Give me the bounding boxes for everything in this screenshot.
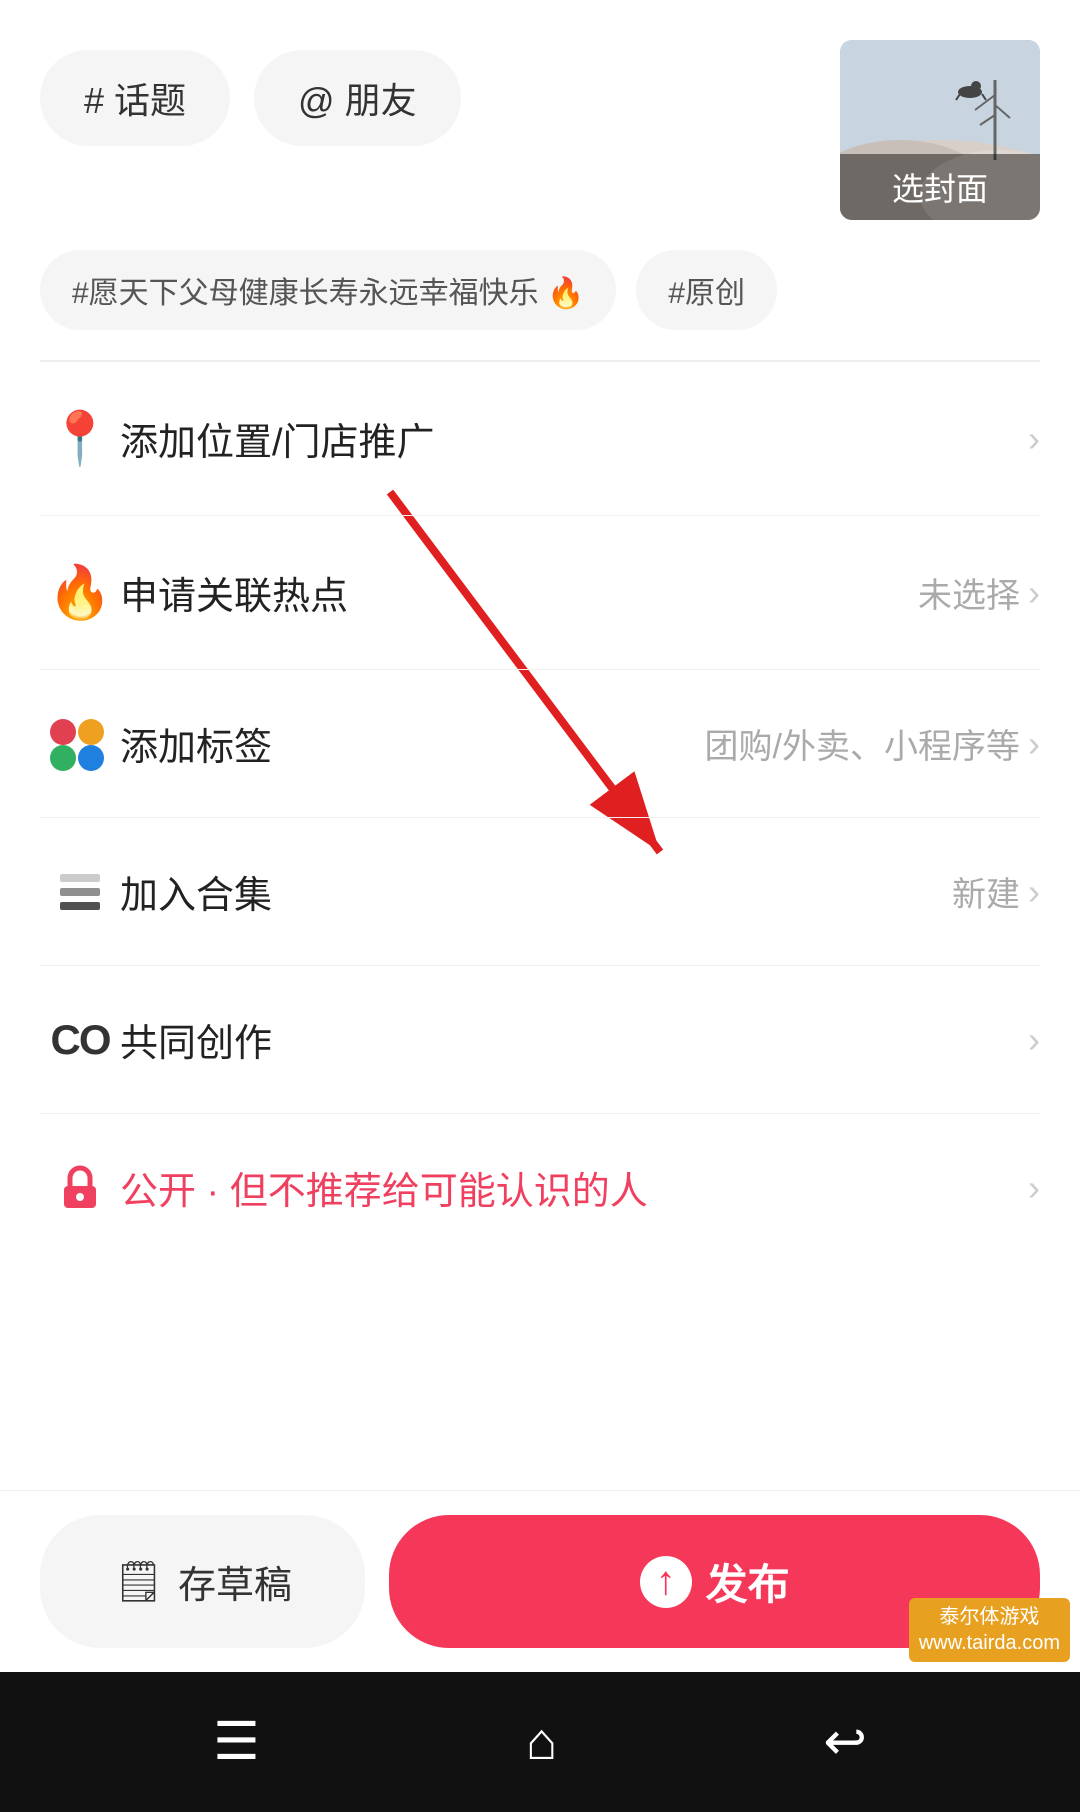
hotspot-right: 未选择 › (918, 568, 1040, 617)
menu-item-location[interactable]: 📍 添加位置/门店推广 › (40, 362, 1040, 516)
watermark: 泰尔体游戏 www.tairda.com (909, 1598, 1070, 1662)
watermark-line1: 泰尔体游戏 (919, 1604, 1060, 1630)
publish-icon: ↑ (640, 1556, 692, 1608)
cocreate-right: › (1028, 1019, 1040, 1061)
draft-icon: 🗒 (113, 1558, 164, 1605)
watermark-line2: www.tairda.com (919, 1630, 1060, 1656)
cocreate-label: 共同创作 (120, 1012, 1028, 1067)
privacy-chevron: › (1028, 1167, 1040, 1209)
collection-label: 加入合集 (120, 864, 952, 919)
location-icon: 📍 (40, 408, 120, 469)
cocreate-chevron: › (1028, 1019, 1040, 1061)
cocreate-icon: CO (40, 1016, 120, 1064)
topic-button[interactable]: # 话题 (40, 50, 230, 146)
tags-label: 添加标签 (120, 716, 705, 771)
menu-item-hotspot[interactable]: 🔥 申请关联热点 未选择 › (40, 516, 1040, 670)
hotspot-value: 未选择 (918, 568, 1020, 617)
privacy-icon (40, 1162, 120, 1214)
hashtag-text-1: #愿天下父母健康长寿永远幸福快乐 🔥 (72, 268, 584, 312)
tags-value: 团购/外卖、小程序等 (705, 719, 1020, 768)
cover-label: 选封面 (840, 154, 1040, 220)
menu-item-tags[interactable]: 添加标签 团购/外卖、小程序等 › (40, 670, 1040, 818)
location-label: 添加位置/门店推广 (120, 411, 1028, 466)
cover-thumbnail[interactable]: 选封面 (840, 40, 1040, 220)
menu-item-privacy[interactable]: 公开 · 但不推荐给可能认识的人 › (40, 1114, 1040, 1261)
collection-icon (40, 866, 120, 918)
nav-home-icon[interactable]: ⌂ (526, 1712, 557, 1772)
location-right: › (1028, 418, 1040, 460)
location-chevron: › (1028, 418, 1040, 460)
nav-bar: ☰ ⌂ ↩ (0, 1672, 1080, 1812)
menu-item-cocreate[interactable]: CO 共同创作 › (40, 966, 1040, 1114)
menu-list: 📍 添加位置/门店推广 › 🔥 申请关联热点 未选择 › 添加标签 团购/外卖、… (0, 362, 1080, 1261)
publish-label: 发布 (706, 1551, 790, 1612)
menu-item-collection[interactable]: 加入合集 新建 › (40, 818, 1040, 966)
tags-icon (40, 719, 120, 769)
tags-chevron: › (1028, 723, 1040, 765)
hashtag-pill-1[interactable]: #愿天下父母健康长寿永远幸福快乐 🔥 (40, 250, 616, 330)
hotspot-chevron: › (1028, 572, 1040, 614)
tag-buttons: # 话题 @ 朋友 (40, 50, 461, 146)
hotspot-icon: 🔥 (40, 562, 120, 623)
top-section: # 话题 @ 朋友 选封面 (0, 0, 1080, 220)
hashtag-pill-2[interactable]: #原创 (636, 250, 777, 330)
tags-row: #愿天下父母健康长寿永远幸福快乐 🔥 #原创 (0, 220, 1080, 360)
mention-button[interactable]: @ 朋友 (254, 50, 461, 146)
hotspot-label: 申请关联热点 (120, 565, 918, 620)
privacy-label: 公开 · 但不推荐给可能认识的人 (120, 1160, 1028, 1215)
draft-button[interactable]: 🗒 存草稿 (40, 1515, 365, 1648)
nav-menu-icon[interactable]: ☰ (213, 1712, 260, 1772)
collection-chevron: › (1028, 871, 1040, 913)
nav-back-icon[interactable]: ↩ (823, 1712, 867, 1772)
hashtag-text-2: #原创 (668, 268, 745, 312)
draft-label: 存草稿 (178, 1554, 292, 1609)
collection-right: 新建 › (952, 867, 1040, 916)
collection-value: 新建 (952, 867, 1020, 916)
privacy-right: › (1028, 1167, 1040, 1209)
tags-right: 团购/外卖、小程序等 › (705, 719, 1040, 768)
